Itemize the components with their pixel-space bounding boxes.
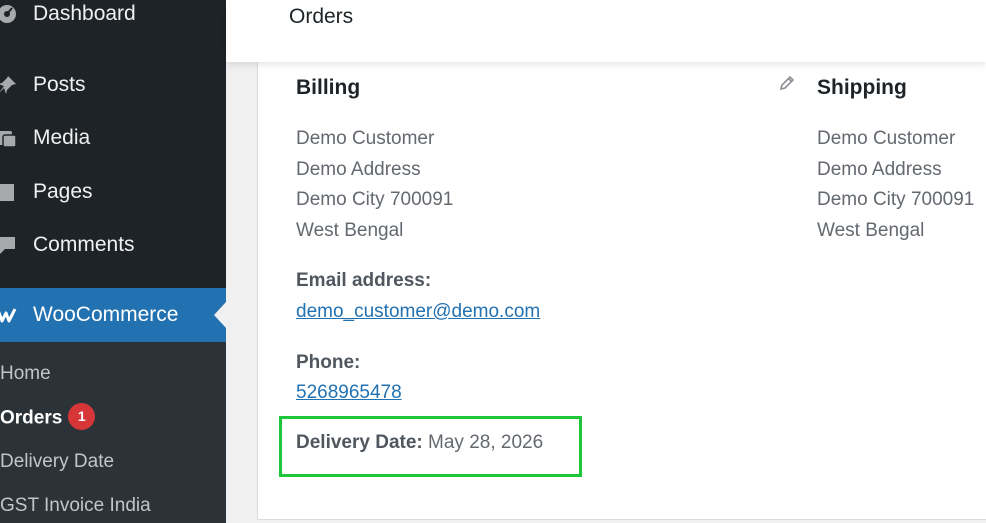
sidebar-item-posts[interactable]: Posts [0, 63, 226, 107]
submenu-label: Home [0, 363, 51, 384]
sidebar-item-label: Dashboard [33, 2, 136, 25]
pin-icon [0, 74, 18, 96]
sidebar-item-label: Pages [33, 180, 93, 203]
edit-pencil-icon[interactable] [778, 74, 796, 92]
submenu-label: Delivery Date [0, 451, 115, 472]
shipping-name: Demo Customer [817, 128, 956, 149]
sidebar-item-woocommerce[interactable]: WooCommerce [0, 288, 226, 342]
sidebar-item-label: WooCommerce [33, 303, 179, 326]
phone-link[interactable]: 5268965478 [296, 382, 402, 404]
delivery-date-value: May 28, 2026 [428, 432, 544, 453]
admin-sidebar: Dashboard Posts Media Pages Comments Woo… [0, 0, 226, 523]
billing-name: Demo Customer [296, 128, 435, 149]
delivery-date-field: Delivery Date: May 28, 2026 [296, 432, 543, 454]
dashboard-icon [0, 3, 18, 25]
billing-address: Demo Address [296, 159, 421, 180]
submenu-label: GST Invoice India [0, 495, 151, 516]
page-header: Orders [226, 0, 986, 62]
sidebar-item-dashboard[interactable]: Dashboard [0, 0, 226, 36]
phone-label: Phone: [296, 352, 361, 373]
shipping-city: Demo City 700091 [817, 189, 975, 210]
billing-city: Demo City 700091 [296, 189, 454, 210]
billing-heading: Billing [296, 76, 361, 99]
submenu-item-gst-invoice[interactable]: GST Invoice India [0, 495, 151, 517]
comments-icon [0, 234, 18, 256]
media-icon [0, 127, 18, 149]
submenu-item-orders[interactable]: Orders 1 [0, 403, 96, 432]
shipping-heading: Shipping [817, 76, 907, 99]
shipping-address: Demo Address [817, 159, 942, 180]
sidebar-item-comments[interactable]: Comments [0, 223, 226, 267]
shipping-state: West Bengal [817, 220, 925, 241]
woocommerce-submenu: Home Orders 1 Delivery Date GST Invoice I… [0, 342, 226, 523]
sidebar-item-media[interactable]: Media [0, 116, 226, 160]
submenu-item-home[interactable]: Home [0, 363, 51, 385]
pages-icon [0, 181, 18, 203]
sidebar-item-label: Media [33, 126, 91, 149]
delivery-date-label: Delivery Date: [296, 432, 423, 453]
orders-count-badge: 1 [68, 403, 96, 430]
woocommerce-icon [0, 304, 18, 326]
email-label: Email address: [296, 270, 432, 291]
submenu-label: Orders [0, 407, 63, 429]
sidebar-item-pages[interactable]: Pages [0, 170, 226, 214]
sidebar-item-label: Posts [33, 73, 86, 96]
sidebar-item-label: Comments [33, 233, 135, 256]
page-title: Orders [289, 5, 354, 28]
submenu-item-delivery-date[interactable]: Delivery Date [0, 451, 114, 473]
email-link[interactable]: demo_customer@demo.com [296, 301, 540, 323]
billing-state: West Bengal [296, 220, 404, 241]
active-indicator [214, 302, 226, 328]
